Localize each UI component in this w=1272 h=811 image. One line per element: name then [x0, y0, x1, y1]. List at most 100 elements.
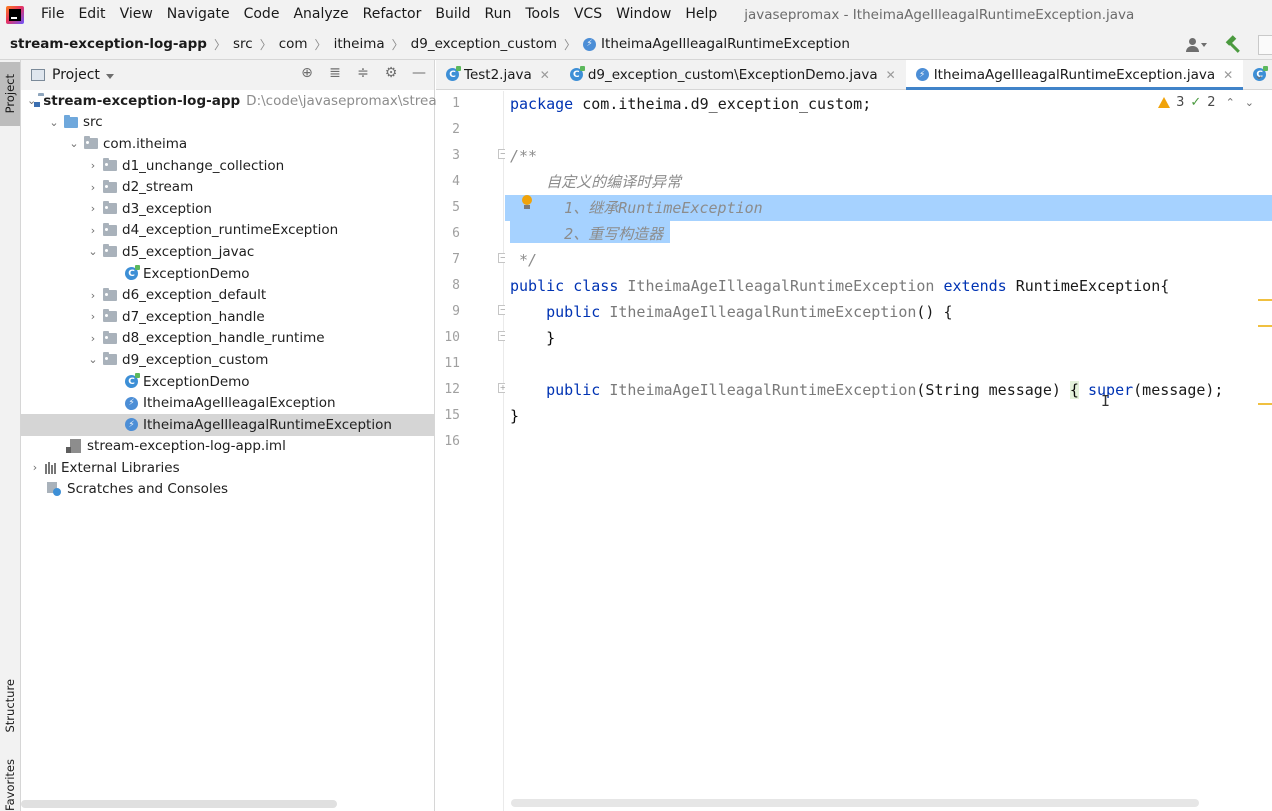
lightbulb-icon[interactable] [521, 195, 533, 211]
menu-analyze[interactable]: Analyze [286, 0, 355, 29]
close-icon[interactable]: ✕ [540, 68, 550, 82]
tree-item-label: d6_exception_default [122, 287, 267, 304]
line-number: 1 [452, 96, 460, 111]
breadcrumb-class[interactable]: ItheimaAgeIlleagalRuntimeException [601, 36, 850, 52]
chevron-right-icon[interactable]: › [85, 287, 101, 303]
chevron-right-icon[interactable]: › [85, 309, 101, 325]
chevron-down-icon[interactable]: ⌄ [85, 244, 101, 260]
tree-item-package[interactable]: › d7_exception_handle [21, 306, 434, 328]
tree-item-label: d3_exception [122, 200, 212, 217]
chevron-down-icon[interactable]: ⌄ [46, 114, 62, 130]
error-stripe-mark[interactable] [1258, 325, 1272, 327]
tree-item-external-libraries[interactable]: › External Libraries [21, 457, 434, 479]
chevron-down-icon[interactable]: ⌄ [1245, 96, 1254, 109]
menu-run[interactable]: Run [478, 0, 519, 29]
tree-item-class[interactable]: C ExceptionDemo [21, 371, 434, 393]
tree-item-package[interactable]: › d3_exception [21, 198, 434, 220]
project-panel-title[interactable]: Project [52, 67, 100, 83]
menu-file[interactable]: File [34, 0, 71, 29]
tree-item-scratches[interactable]: Scratches and Consoles [21, 479, 434, 501]
chevron-down-icon[interactable] [105, 73, 114, 79]
tree-item-label: d8_exception_handle_runtime [122, 330, 325, 347]
breadcrumb-package[interactable]: d9_exception_custom [411, 36, 557, 52]
chevron-right-icon[interactable]: › [85, 201, 101, 217]
tab-itheima-runtime-exception[interactable]: ⚡ ItheimaAgeIlleagalRuntimeException.jav… [905, 60, 1244, 90]
gear-icon[interactable]: ⚙ [384, 66, 398, 80]
menu-help[interactable]: Help [678, 0, 724, 29]
run-configuration-selector[interactable] [1258, 34, 1272, 55]
chevron-right-icon[interactable]: › [85, 179, 101, 195]
hide-panel-icon[interactable]: — [412, 66, 426, 80]
menu-tools[interactable]: Tools [518, 0, 567, 29]
menu-vcs[interactable]: VCS [567, 0, 609, 29]
tree-item-label: stream-exception-log-app [43, 92, 241, 109]
exception-class-icon: ⚡ [125, 396, 138, 410]
error-stripe-mark[interactable] [1258, 299, 1272, 301]
tool-tab-favorites-label: Favorites [3, 758, 17, 811]
tree-item-src[interactable]: ⌄ src [21, 112, 434, 134]
chevron-down-icon[interactable]: ⌄ [1254, 60, 1264, 90]
line-number: 7 [452, 252, 460, 267]
menu-code[interactable]: Code [237, 0, 287, 29]
tool-tab-favorites[interactable]: Favorites [0, 758, 20, 811]
tree-item-package[interactable]: › d6_exception_default [21, 284, 434, 306]
menu-refactor[interactable]: Refactor [356, 0, 429, 29]
tree-item-module[interactable]: ⌄ stream-exception-log-app D:\code\javas… [21, 90, 450, 112]
tree-item-package[interactable]: › d1_unchange_collection [21, 155, 434, 177]
java-class-icon: C [569, 66, 585, 81]
expand-all-icon[interactable]: ≣ [328, 66, 342, 80]
collapse-all-icon[interactable]: ≑ [356, 66, 370, 80]
chevron-right-icon[interactable]: › [85, 158, 101, 174]
menu-navigate[interactable]: Navigate [160, 0, 237, 29]
tab-label: ItheimaAgeIlleagalRuntimeException.java [933, 66, 1216, 83]
line-number: 3 [452, 148, 460, 163]
chevron-right-icon[interactable]: › [85, 330, 101, 346]
project-view-icon [31, 69, 45, 81]
chevron-down-icon[interactable]: ⌄ [85, 352, 101, 368]
tree-item-exception-class[interactable]: ⚡ ItheimaAgeIlleagalException [21, 392, 434, 414]
tree-item-label: src [83, 114, 103, 131]
editor-horizontal-scrollbar[interactable] [511, 799, 1199, 807]
breadcrumb-com[interactable]: com [279, 36, 308, 52]
code-editor[interactable]: package com.itheima.d9_exception_custom;… [505, 91, 1272, 811]
tree-item-class[interactable]: C ExceptionDemo [21, 263, 434, 285]
project-horizontal-scrollbar[interactable] [21, 800, 337, 808]
tree-item-package[interactable]: ⌄ d5_exception_javac [21, 241, 434, 263]
chevron-right-icon[interactable]: › [85, 222, 101, 238]
user-account-icon[interactable] [1186, 37, 1208, 53]
tree-item-iml-file[interactable]: stream-exception-log-app.iml [21, 436, 434, 458]
code-line: 2、重写构造器 [510, 225, 664, 243]
chevron-down-icon[interactable]: ⌄ [66, 136, 82, 152]
breadcrumb-separator-icon: 〉 [314, 37, 327, 52]
menu-view[interactable]: View [113, 0, 160, 29]
project-panel-header: Project ⊕ ≣ ≑ ⚙ — [21, 60, 434, 90]
tab-test2[interactable]: C Test2.java ✕ [436, 60, 560, 89]
tree-item-label: External Libraries [61, 459, 180, 476]
tab-exception-demo[interactable]: C d9_exception_custom\ExceptionDemo.java… [560, 60, 906, 89]
locate-file-icon[interactable]: ⊕ [300, 66, 314, 80]
menu-window[interactable]: Window [609, 0, 678, 29]
inspection-widget[interactable]: 3 ✓ 2 ⌃ ⌄ [1158, 95, 1254, 110]
tree-item-exception-class-selected[interactable]: ⚡ ItheimaAgeIlleagalRuntimeException [21, 413, 434, 436]
error-stripe-mark[interactable] [1258, 403, 1272, 405]
tree-item-package[interactable]: › d4_exception_runtimeException [21, 220, 434, 242]
build-hammer-icon[interactable] [1224, 34, 1242, 54]
chevron-up-icon[interactable]: ⌃ [1226, 96, 1235, 109]
breadcrumb-itheima[interactable]: itheima [334, 36, 385, 52]
close-icon[interactable]: ✕ [1223, 68, 1233, 82]
chevron-right-icon[interactable]: › [27, 460, 43, 476]
close-icon[interactable]: ✕ [886, 68, 896, 82]
tree-item-label: ExceptionDemo [143, 373, 250, 390]
tree-item-package[interactable]: › d2_stream [21, 176, 434, 198]
breadcrumb-src[interactable]: src [233, 36, 253, 52]
line-number: 9 [452, 304, 460, 319]
tree-item-package[interactable]: ⌄ com.itheima [21, 133, 434, 155]
menu-build[interactable]: Build [428, 0, 477, 29]
tree-item-package[interactable]: ⌄ d9_exception_custom [21, 349, 434, 371]
package-icon [103, 352, 117, 366]
breadcrumb-project[interactable]: stream-exception-log-app [10, 36, 207, 52]
tree-item-package[interactable]: › d8_exception_handle_runtime [21, 328, 434, 350]
tool-tab-structure[interactable]: Structure [0, 666, 20, 746]
menu-edit[interactable]: Edit [71, 0, 112, 29]
tool-tab-project[interactable]: Project [0, 62, 20, 126]
